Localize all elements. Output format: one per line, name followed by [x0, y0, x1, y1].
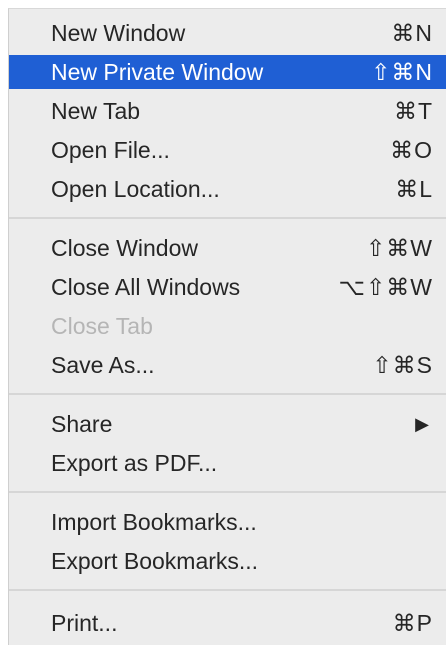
- file-menu: New Window ⌘N New Private Window ⇧⌘N New…: [8, 8, 446, 645]
- menu-item-save-as[interactable]: Save As... ⇧⌘S: [9, 348, 446, 382]
- menu-item-new-window[interactable]: New Window ⌘N: [9, 16, 446, 50]
- menu-item-close-tab: Close Tab: [9, 309, 446, 343]
- menu-item-open-file[interactable]: Open File... ⌘O: [9, 133, 446, 167]
- menu-item-shortcut: ⇧⌘S: [372, 352, 433, 378]
- menu-item-label: Export as PDF...: [51, 450, 218, 476]
- menu-separator: [9, 217, 446, 219]
- submenu-arrow-icon: ▶: [415, 414, 429, 434]
- menu-item-label: Share: [51, 411, 113, 437]
- menu-item-label: New Window: [51, 20, 186, 46]
- menu-item-shortcut: ⌘L: [395, 176, 433, 202]
- menu-item-export-pdf[interactable]: Export as PDF...: [9, 446, 446, 480]
- menu-item-shortcut: ⌥⇧⌘W: [338, 274, 433, 300]
- menu-item-label: Export Bookmarks...: [51, 548, 259, 574]
- menu-item-label: Import Bookmarks...: [51, 509, 257, 535]
- menu-item-label: Open Location...: [51, 176, 220, 202]
- menu-item-label: New Private Window: [51, 59, 264, 85]
- menu-item-shortcut: ⌘P: [392, 610, 433, 636]
- menu-item-label: Close All Windows: [51, 274, 241, 300]
- menu-item-import-bookmarks[interactable]: Import Bookmarks...: [9, 505, 446, 539]
- menu-item-label: Close Tab: [51, 313, 153, 339]
- menu-item-label: Save As...: [51, 352, 155, 378]
- menu-item-shortcut: ⌘T: [393, 98, 433, 124]
- menu-item-close-all-windows[interactable]: Close All Windows ⌥⇧⌘W: [9, 270, 446, 304]
- menu-item-print[interactable]: Print... ⌘P: [9, 606, 446, 640]
- menu-item-open-location[interactable]: Open Location... ⌘L: [9, 172, 446, 206]
- menu-item-new-private-window[interactable]: New Private Window ⇧⌘N: [9, 55, 446, 89]
- menu-item-new-tab[interactable]: New Tab ⌘T: [9, 94, 446, 128]
- menu-separator: [9, 393, 446, 395]
- menu-item-shortcut: ⇧⌘W: [366, 235, 433, 261]
- menu-item-shortcut: ⌘O: [390, 137, 433, 163]
- menu-item-share[interactable]: Share ▶: [9, 407, 446, 441]
- menu-item-shortcut: ⌘N: [391, 20, 433, 46]
- menu-item-close-window[interactable]: Close Window ⇧⌘W: [9, 231, 446, 265]
- menu-item-label: Open File...: [51, 137, 170, 163]
- menu-item-export-bookmarks[interactable]: Export Bookmarks...: [9, 544, 446, 578]
- menu-item-shortcut: ⇧⌘N: [371, 59, 433, 85]
- menu-item-label: Print...: [51, 610, 118, 636]
- menu-item-label: Close Window: [51, 235, 198, 261]
- menu-separator: [9, 491, 446, 493]
- menu-separator: [9, 589, 446, 591]
- menu-item-label: New Tab: [51, 98, 141, 124]
